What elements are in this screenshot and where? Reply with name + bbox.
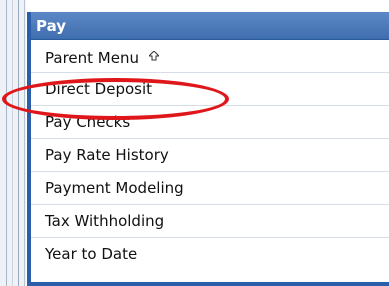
menu-item-label: Parent Menu: [45, 49, 139, 67]
menu-item-tax-withholding[interactable]: Tax Withholding: [31, 205, 389, 238]
frame-line: [24, 0, 25, 286]
pay-menu-list: Parent Menu Direct Deposit Pay Checks Pa…: [31, 40, 389, 271]
frame-line: [6, 0, 7, 286]
panel-title: Pay: [31, 12, 389, 40]
menu-item-direct-deposit[interactable]: Direct Deposit: [31, 73, 389, 106]
panel-bottom-border: [27, 282, 389, 286]
menu-item-label: Year to Date: [45, 245, 138, 263]
menu-item-label: Pay Checks: [45, 113, 131, 131]
pay-menu-panel: Pay Parent Menu Direct Deposit Pay Check…: [27, 12, 389, 284]
menu-item-pay-rate-history[interactable]: Pay Rate History: [31, 139, 389, 172]
menu-item-label: Tax Withholding: [45, 212, 165, 230]
menu-item-pay-checks[interactable]: Pay Checks: [31, 106, 389, 139]
frame-line: [18, 0, 19, 286]
up-arrow-icon: [147, 40, 160, 73]
left-frame-strip: [0, 0, 26, 286]
menu-item-label: Payment Modeling: [45, 179, 184, 197]
menu-item-payment-modeling[interactable]: Payment Modeling: [31, 172, 389, 205]
up-arrow-icon-graphic: [147, 50, 160, 61]
menu-item-label: Pay Rate History: [45, 146, 169, 164]
menu-item-parent-menu[interactable]: Parent Menu: [31, 40, 389, 73]
menu-item-label: Direct Deposit: [45, 80, 153, 98]
frame-line: [12, 0, 13, 286]
menu-item-year-to-date[interactable]: Year to Date: [31, 238, 389, 271]
